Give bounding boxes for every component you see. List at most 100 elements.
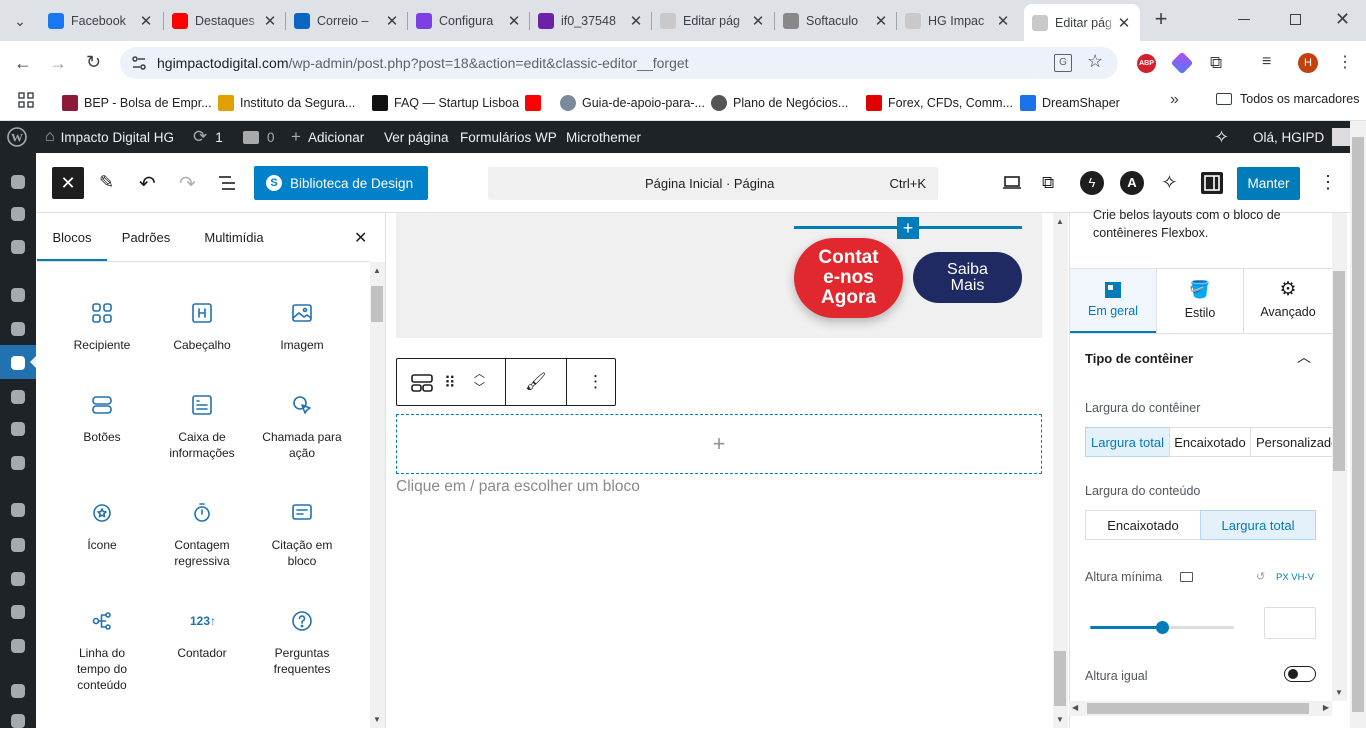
- tab-close-icon[interactable]: ✕: [750, 12, 766, 30]
- admin-account-menu[interactable]: Olá, HGIPD: [1253, 121, 1351, 153]
- container-width-custom[interactable]: Personalizado: [1250, 427, 1333, 457]
- browser-tab[interactable]: Softaculo ✕: [775, 6, 897, 36]
- admin-updates-link[interactable]: ⟳ 1: [193, 121, 223, 153]
- admin-forms-link[interactable]: Formulários WP: [460, 121, 557, 153]
- bookmark-star-icon[interactable]: ☆: [1087, 51, 1103, 72]
- admin-microthemer-link[interactable]: Microthemer: [566, 121, 641, 153]
- restore-button[interactable]: [1290, 14, 1301, 25]
- block-item[interactable]: Cabeçalho: [152, 301, 252, 353]
- tab-close-icon[interactable]: ✕: [138, 12, 154, 30]
- ai-assistant-sparkle-icon[interactable]: ✧: [1161, 170, 1178, 195]
- tab-close-icon[interactable]: ✕: [384, 12, 400, 30]
- folder-icon[interactable]: [8, 681, 28, 701]
- extensions-puzzle-icon[interactable]: ⧉: [1210, 53, 1222, 73]
- options-menu-icon[interactable]: ⋮: [1319, 172, 1337, 193]
- reset-icon[interactable]: ↺: [1256, 570, 1265, 583]
- bookmark-item[interactable]: Guia-de-apoio-para-...: [560, 92, 705, 114]
- min-height-input[interactable]: [1264, 607, 1316, 639]
- translate-icon[interactable]: G: [1054, 54, 1072, 72]
- forward-icon[interactable]: →: [49, 53, 67, 74]
- reload-icon[interactable]: ↻: [86, 52, 101, 73]
- document-overview-icon[interactable]: [218, 175, 236, 191]
- bookmark-item[interactable]: Instituto da Segura...: [218, 92, 355, 114]
- bookmark-item[interactable]: Plano de Negócios...: [711, 92, 848, 114]
- tab-close-icon[interactable]: ✕: [262, 12, 278, 30]
- bookmark-item[interactable]: DreamShaper: [1020, 92, 1120, 114]
- appearance-icon[interactable]: [8, 500, 28, 520]
- settings-sidebar-toggle-icon[interactable]: [1201, 172, 1223, 194]
- apps-grid-icon[interactable]: [18, 92, 34, 108]
- admin-view-page-link[interactable]: Ver página: [384, 121, 449, 153]
- users-icon[interactable]: [8, 569, 28, 589]
- tools-icon[interactable]: [8, 602, 28, 622]
- block-item[interactable]: Linha do tempo do conteúdo: [52, 609, 152, 693]
- comments-icon[interactable]: [8, 387, 28, 407]
- block-item[interactable]: Chamada para ação: [252, 393, 352, 461]
- astra-logo-icon[interactable]: A: [1120, 171, 1144, 195]
- new-tab-button[interactable]: +: [1150, 8, 1172, 31]
- admin-add-new-link[interactable]: + Adicionar: [291, 121, 364, 153]
- media-control-icon[interactable]: ≡: [1262, 53, 1271, 71]
- drag-handle-icon[interactable]: ⠿: [444, 373, 456, 393]
- page-scrollbar[interactable]: [1350, 121, 1366, 728]
- block-item[interactable]: Perguntas frequentes: [252, 609, 352, 677]
- tab-close-icon[interactable]: ✕: [995, 12, 1011, 30]
- adblock-icon[interactable]: ABP: [1137, 54, 1156, 73]
- browser-tab[interactable]: Facebook ✕: [40, 6, 162, 36]
- bookmark-item[interactable]: Forex, CFDs, Comm...: [866, 92, 1013, 114]
- move-arrows-icon[interactable]: ︿ ﹀: [474, 367, 485, 395]
- tab-blocks[interactable]: Blocos: [37, 214, 107, 261]
- redo-icon[interactable]: ↷: [179, 171, 196, 196]
- tab-close-icon[interactable]: ✕: [873, 12, 889, 30]
- media-icon[interactable]: [8, 319, 28, 339]
- block-item[interactable]: Ícone: [52, 501, 152, 553]
- block-item[interactable]: Citação em bloco: [252, 501, 352, 569]
- close-inserter-button[interactable]: ✕: [52, 167, 84, 199]
- bookmarks-overflow-icon[interactable]: »: [1170, 91, 1179, 109]
- block-placeholder-text[interactable]: Clique em / para escolher um bloco: [396, 478, 640, 496]
- block-item[interactable]: Botões: [52, 393, 152, 445]
- section-title[interactable]: Tipo de contêiner: [1085, 351, 1193, 366]
- content-width-full[interactable]: Largura total: [1200, 510, 1316, 540]
- minimize-button[interactable]: [1238, 19, 1250, 20]
- tab-search-button[interactable]: ⌄: [8, 9, 32, 33]
- back-icon[interactable]: ←: [14, 53, 32, 74]
- content-width-boxed[interactable]: Encaixotado: [1085, 510, 1201, 540]
- pin-icon[interactable]: [8, 285, 28, 305]
- browser-tab[interactable]: if0_37548 ✕: [530, 6, 652, 36]
- tab-advanced[interactable]: ⚙ Avançado: [1244, 269, 1332, 333]
- design-library-button[interactable]: S Biblioteca de Design: [254, 166, 428, 200]
- inserter-scrollbar[interactable]: ▲ ▼: [370, 262, 385, 728]
- browser-tab[interactable]: Correio – ✕: [286, 6, 408, 36]
- google-icon[interactable]: [8, 204, 28, 224]
- all-bookmarks-folder[interactable]: Todos os marcadores: [1216, 92, 1360, 106]
- browser-tab[interactable]: HG Impac ✕: [897, 6, 1019, 36]
- panel-vscrollbar[interactable]: ▼: [1332, 213, 1347, 701]
- bookmark-item[interactable]: [525, 92, 547, 114]
- panel-hscrollbar[interactable]: ◀ ▶: [1069, 701, 1332, 716]
- browser-menu-icon[interactable]: ⋮: [1337, 52, 1353, 72]
- tab-patterns[interactable]: Padrões: [113, 214, 179, 261]
- canvas-scrollbar[interactable]: ▲ ▼: [1053, 213, 1068, 728]
- block-item[interactable]: Recipiente: [52, 301, 152, 353]
- spectra-icon[interactable]: [8, 419, 28, 439]
- tab-close-icon[interactable]: ✕: [506, 12, 522, 30]
- learn-more-button[interactable]: Saiba Mais: [913, 252, 1022, 303]
- tab-style[interactable]: 🪣 Estilo: [1157, 269, 1243, 333]
- wordpress-logo-icon[interactable]: W: [7, 121, 27, 153]
- ai-sparkle-icon[interactable]: ✧: [1214, 121, 1229, 153]
- command-palette-bar[interactable]: Página Inicial · Página Ctrl+K: [488, 167, 938, 200]
- browser-tab[interactable]: Configura ✕: [408, 6, 530, 36]
- settings-icon[interactable]: [8, 636, 28, 656]
- block-item[interactable]: 123↑ Contador: [152, 609, 252, 661]
- tab-media[interactable]: Multimídia: [192, 214, 276, 261]
- add-block-plus-icon[interactable]: +: [897, 217, 919, 239]
- plugins-icon[interactable]: [8, 535, 28, 555]
- desktop-device-icon[interactable]: [1180, 572, 1193, 582]
- equal-height-toggle[interactable]: [1284, 666, 1316, 682]
- forms-icon[interactable]: [8, 453, 28, 473]
- tab-general[interactable]: Em geral: [1070, 269, 1156, 333]
- min-height-slider[interactable]: [1090, 621, 1234, 634]
- browser-tab[interactable]: Editar pág ✕: [652, 6, 774, 36]
- gear-icon[interactable]: [8, 711, 28, 731]
